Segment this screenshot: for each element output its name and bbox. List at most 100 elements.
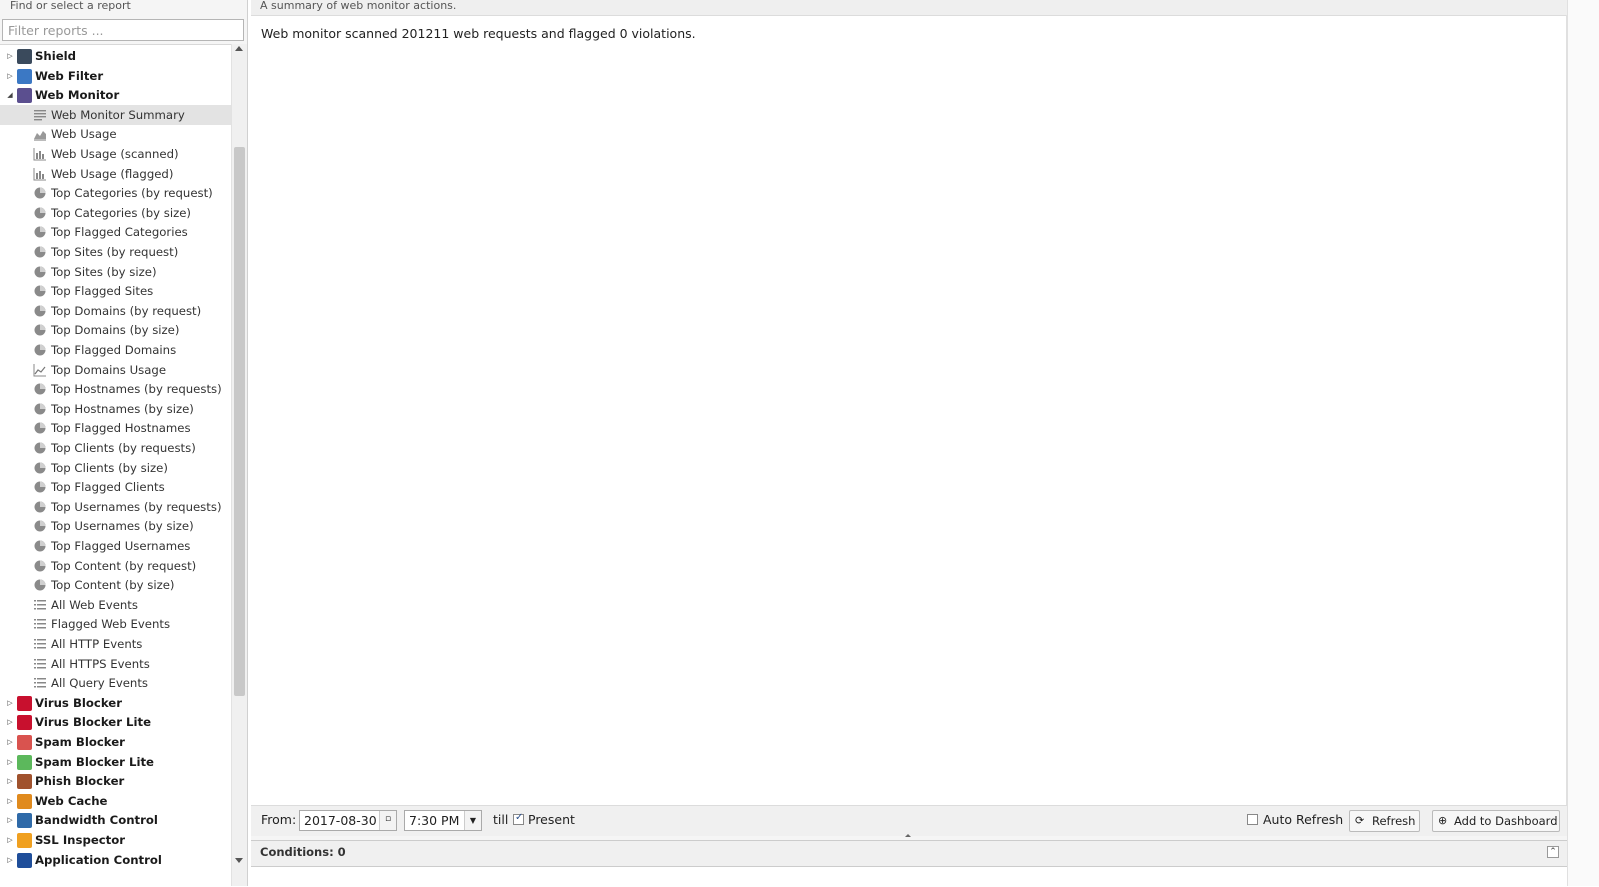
ssl-inspector-app-icon [17, 833, 32, 848]
filter-reports-input[interactable] [2, 19, 244, 41]
collapsed-arrow-icon[interactable]: ▷ [6, 830, 14, 850]
scrollbar-thumb[interactable] [234, 147, 245, 696]
collapsed-arrow-icon[interactable]: ▷ [6, 791, 14, 811]
pie-chart-icon [33, 480, 47, 494]
tree-report-item[interactable]: Top Hostnames (by size) [0, 399, 231, 419]
refresh-button[interactable]: ⟳ Refresh [1349, 810, 1420, 832]
expanded-arrow-icon[interactable]: ◢ [6, 85, 14, 105]
tree-category[interactable]: ▷ Phish Blocker [0, 771, 231, 791]
tree-report-item[interactable]: All HTTPS Events [0, 654, 231, 674]
tree-report-item[interactable]: Top Flagged Categories [0, 222, 231, 242]
area-chart-icon [33, 127, 47, 141]
tree-report-item[interactable]: Top Categories (by size) [0, 203, 231, 223]
tree-report-item[interactable]: Top Flagged Clients [0, 477, 231, 497]
tree-report-item[interactable]: Top Usernames (by size) [0, 516, 231, 536]
tree-category-label: Spam Blocker Lite [35, 754, 154, 769]
tree-category[interactable]: ◢ Web Monitor [0, 85, 231, 105]
tree-report-item[interactable]: Top Clients (by size) [0, 458, 231, 478]
tree-report-item[interactable]: Top Hostnames (by requests) [0, 379, 231, 399]
tree-category-label: Application Control [35, 852, 162, 867]
expand-icon[interactable]: ⌃ [1547, 846, 1559, 858]
bandwidth-control-app-icon [17, 813, 32, 829]
text-report-icon [33, 108, 47, 122]
list-icon [33, 617, 47, 631]
tree-report-item[interactable]: Top Domains (by size) [0, 320, 231, 340]
auto-refresh-checkbox[interactable] [1247, 814, 1258, 825]
pie-chart-icon [33, 539, 47, 553]
add-to-dashboard-button[interactable]: ⊕ Add to Dashboard [1432, 810, 1560, 832]
tree-report-item[interactable]: Top Flagged Usernames [0, 536, 231, 556]
tree-category[interactable]: ▷ SSL Inspector [0, 830, 231, 850]
web-cache-app-icon [17, 793, 32, 809]
tree-category[interactable]: ▷ Shield [0, 46, 231, 66]
pie-chart-icon [33, 578, 47, 592]
pie-chart-icon [33, 461, 47, 475]
tree-category[interactable]: ▷ Spam Blocker [0, 732, 231, 752]
auto-refresh-label: Auto Refresh [1263, 812, 1344, 827]
tree-report-item[interactable]: Web Monitor Summary [0, 104, 231, 125]
collapsed-arrow-icon[interactable]: ▷ [6, 693, 14, 713]
conditions-label: Conditions: 0 [260, 845, 346, 859]
tree-report-item[interactable]: All Query Events [0, 673, 231, 693]
tree-report-item[interactable]: Top Clients (by requests) [0, 438, 231, 458]
tree-report-item[interactable]: Top Usernames (by requests) [0, 497, 231, 517]
tree-report-label: All HTTPS Events [51, 656, 150, 671]
list-icon [33, 598, 47, 612]
collapsed-arrow-icon[interactable]: ▷ [6, 752, 14, 772]
tree-report-item[interactable]: Top Content (by request) [0, 556, 231, 576]
from-time-value: 7:30 PM [409, 813, 460, 828]
from-date-field[interactable]: 2017-08-30 ▫ [299, 810, 397, 831]
right-gutter [1567, 0, 1599, 886]
tree-report-item[interactable]: Top Content (by size) [0, 575, 231, 595]
tree-report-item[interactable]: Top Sites (by request) [0, 242, 231, 262]
pie-chart-icon [33, 265, 47, 279]
present-checkbox[interactable] [513, 812, 524, 825]
tree-report-item[interactable]: Top Flagged Domains [0, 340, 231, 360]
tree-scrollbar[interactable] [231, 44, 247, 886]
conditions-bar[interactable]: Conditions: 0 ⌃ [251, 840, 1567, 867]
tree-category[interactable]: ▷ Bandwidth Control [0, 810, 231, 830]
tree-report-item[interactable]: Web Usage (scanned) [0, 144, 231, 164]
tree-report-item[interactable]: Web Usage (flagged) [0, 164, 231, 184]
tree-category-label: Spam Blocker [35, 735, 125, 749]
collapsed-arrow-icon[interactable]: ▷ [6, 771, 14, 791]
tree-report-item[interactable]: Top Flagged Sites [0, 281, 231, 301]
collapse-arrow-icon[interactable] [905, 834, 911, 837]
tree-report-item[interactable]: Top Categories (by request) [0, 183, 231, 203]
collapsed-arrow-icon[interactable]: ▷ [6, 850, 14, 870]
tree-category[interactable]: ▷ Web Filter [0, 66, 231, 86]
chevron-down-icon[interactable]: ▼ [464, 811, 481, 830]
collapsed-arrow-icon[interactable]: ▷ [6, 46, 14, 66]
tree-category[interactable]: ▷ Virus Blocker Lite [0, 712, 231, 732]
tree-category[interactable]: ▷ Application Control [0, 850, 231, 870]
collapsed-arrow-icon[interactable]: ▷ [6, 66, 14, 86]
tree-report-label: Top Categories (by request) [51, 186, 213, 201]
from-time-field[interactable]: 7:30 PM ▼ [404, 810, 482, 831]
tree-report-label: Top Flagged Usernames [51, 539, 191, 553]
tree-report-item[interactable]: Web Usage [0, 124, 231, 144]
tree-category-label: Web Monitor [35, 88, 120, 103]
collapsed-arrow-icon[interactable]: ▷ [6, 810, 14, 830]
tree-category[interactable]: ▷ Web Cache [0, 791, 231, 811]
collapsed-arrow-icon[interactable]: ▷ [6, 712, 14, 732]
pie-chart-icon [33, 559, 47, 573]
tree-category[interactable]: ▷ Spam Blocker Lite [0, 752, 231, 772]
tree-report-label: All HTTP Events [51, 637, 143, 651]
tree-report-label: Top Domains (by request) [51, 303, 202, 318]
scroll-up-icon[interactable] [235, 46, 243, 51]
tree-report-item[interactable]: Top Domains Usage [0, 360, 231, 380]
calendar-icon[interactable]: ▫ [379, 811, 396, 830]
tree-report-item[interactable]: All HTTP Events [0, 634, 231, 654]
tree-report-item[interactable]: Top Domains (by request) [0, 301, 231, 321]
tree-category[interactable]: ▷ Virus Blocker [0, 693, 231, 713]
pie-chart-icon [33, 323, 47, 337]
collapsed-arrow-icon[interactable]: ▷ [6, 732, 14, 752]
tree-report-label: Top Flagged Hostnames [51, 421, 191, 436]
tree-report-item[interactable]: Top Sites (by size) [0, 262, 231, 282]
tree-report-item[interactable]: Flagged Web Events [0, 614, 231, 634]
scroll-down-icon[interactable] [235, 858, 243, 863]
tree-report-label: Top Usernames (by requests) [51, 499, 222, 514]
report-summary-text: Web monitor scanned 201211 web requests … [261, 26, 696, 41]
tree-report-item[interactable]: All Web Events [0, 595, 231, 615]
tree-report-item[interactable]: Top Flagged Hostnames [0, 418, 231, 438]
